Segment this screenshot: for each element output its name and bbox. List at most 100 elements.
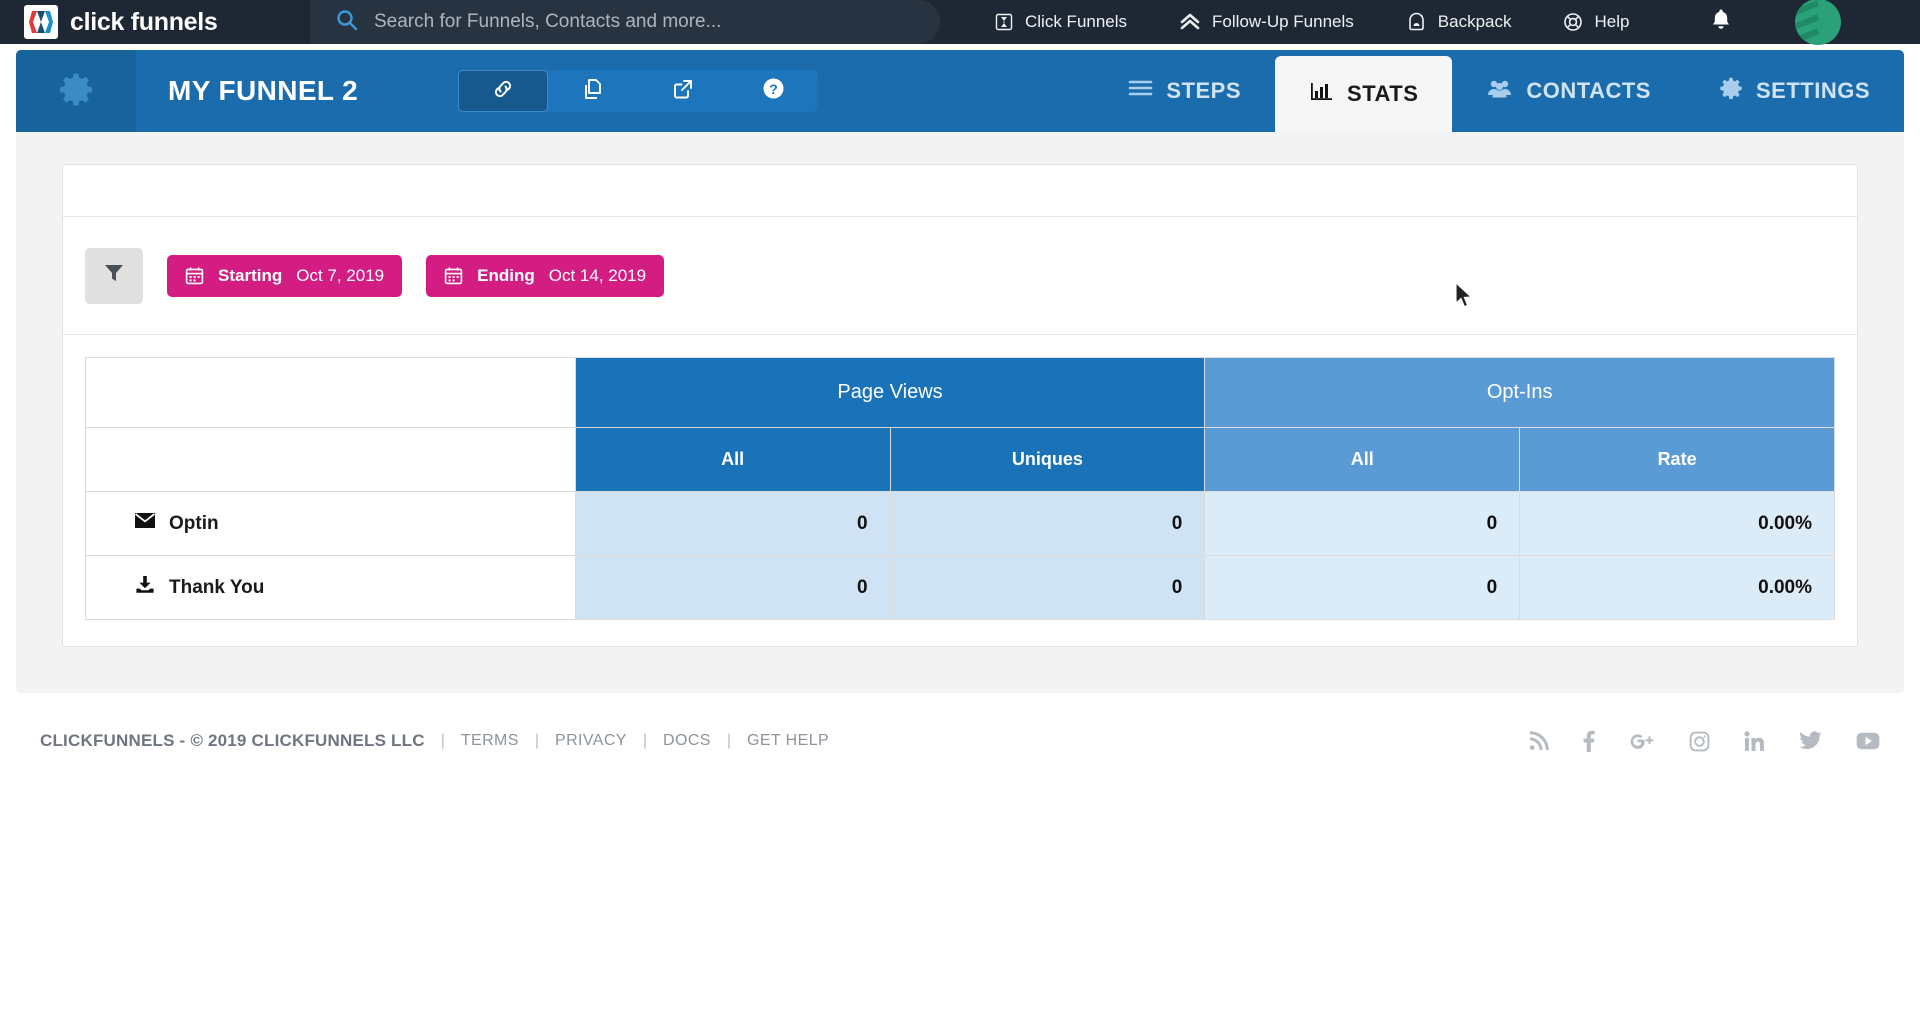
tab-label-stats: STATS [1347,81,1419,106]
cell-thankyou-optins-all: 0 [1204,555,1521,620]
ending-date-picker[interactable]: Ending Oct 14, 2019 [426,254,665,297]
page-title: MY FUNNEL 2 [168,75,359,106]
row-name-text: Optin [169,512,219,534]
lifebuoy-icon [1563,12,1583,32]
search-icon [336,9,358,36]
funnel-action-buttons: ? [458,70,819,112]
cell-optin-optins-rate: 0.00% [1519,491,1835,556]
footer-separator: | [534,732,540,749]
column-header-blank [85,427,576,492]
twitter-icon[interactable] [1799,731,1822,751]
cell-optin-optins-all: 0 [1204,491,1521,556]
tab-label-contacts: CONTACTS [1526,78,1651,103]
envelope-icon [134,512,156,535]
content-area: Starting Oct 7, 2019 Ending Oct 14, 2019… [16,132,1904,693]
clickfunnels-icon [994,12,1014,32]
nav-item-follow-up-funnels[interactable]: Follow-Up Funnels [1153,12,1380,32]
help-button[interactable]: ? [728,70,818,112]
group-header-page-views: Page Views [574,357,1206,428]
link-icon [490,76,516,107]
cell-thankyou-pageviews-all: 0 [574,555,891,620]
nav-label-backpack: Backpack [1437,12,1512,31]
table-column-header-row: All Uniques All Rate [85,427,1835,492]
clickfunnels-logo-icon [24,5,58,39]
youtube-icon[interactable] [1856,732,1880,750]
backpack-icon [1406,12,1427,33]
open-in-new-tab-button[interactable] [638,70,728,112]
tab-contacts[interactable]: CONTACTS [1452,50,1685,132]
tab-stats[interactable]: STATS [1275,56,1453,132]
row-name-text: Thank You [169,576,265,598]
hamburger-icon [1128,78,1153,104]
calendar-icon [185,266,204,285]
column-header-optins-rate: Rate [1519,427,1835,492]
search-input[interactable] [374,11,914,33]
stats-table-area: Page Views Opt-Ins All Uniques All Rate [63,335,1857,646]
funnel-settings-gear-button[interactable] [16,50,136,132]
card-toolbar [63,165,1857,217]
duplicate-button[interactable] [548,70,638,112]
gear-icon [58,71,94,112]
ending-label: Ending [477,265,535,285]
nav-item-backpack[interactable]: Backpack [1380,12,1538,33]
app-stage: MY FUNNEL 2 ? STEPS STATS CONTACTS SETTI… [0,50,1920,789]
rss-icon[interactable] [1528,730,1549,752]
funnel-header-bar: MY FUNNEL 2 ? STEPS STATS CONTACTS SETTI… [16,50,1904,132]
google-plus-icon[interactable] [1629,731,1655,751]
nav-item-click-funnels[interactable]: Click Funnels [968,12,1153,32]
stats-card: Starting Oct 7, 2019 Ending Oct 14, 2019… [62,164,1858,647]
group-header-blank [85,357,576,428]
footer: CLICKFUNNELS - © 2019 CLICKFUNNELS LLC |… [0,693,1920,789]
question-circle-icon: ? [761,76,786,106]
tab-settings[interactable]: SETTINGS [1685,50,1904,132]
tab-label-steps: STEPS [1166,78,1242,103]
footer-link-privacy[interactable]: PRIVACY [555,732,627,750]
row-label-thank-you: Thank You [85,555,576,620]
nav-label-click-funnels: Click Funnels [1025,12,1128,31]
table-row[interactable]: Optin 0 0 0 0.00% [85,491,1835,556]
footer-link-docs[interactable]: DOCS [663,732,711,750]
facebook-icon[interactable] [1583,730,1595,752]
brand[interactable]: click funnels [0,5,320,39]
avatar[interactable] [1795,0,1842,45]
column-header-pageviews-uniques: Uniques [889,427,1206,492]
starting-value: Oct 7, 2019 [296,265,385,285]
footer-separator: | [642,732,648,749]
search-bar[interactable] [310,0,940,44]
cell-thankyou-pageviews-uniques: 0 [889,555,1206,620]
link-button[interactable] [458,70,549,112]
top-navigation-bar: click funnels Click Funnels [0,0,1920,45]
starting-label: Starting [218,265,283,285]
row-label-optin: Optin [85,491,576,556]
footer-link-get-help[interactable]: GET HELP [747,732,829,750]
footer-link-terms[interactable]: TERMS [461,732,519,750]
starting-date-picker[interactable]: Starting Oct 7, 2019 [167,254,403,297]
gear-icon [1719,76,1743,106]
tab-steps[interactable]: STEPS [1094,50,1275,132]
filter-button[interactable] [85,247,143,304]
column-header-optins-all: All [1204,427,1521,492]
notifications-button[interactable] [1709,7,1733,38]
ending-value: Oct 14, 2019 [548,265,647,285]
footer-separator: | [726,732,732,749]
svg-text:?: ? [769,81,778,97]
nav-item-help[interactable]: Help [1537,12,1655,32]
bell-icon [1709,7,1733,38]
bar-chart-icon [1309,80,1334,108]
cell-optin-pageviews-uniques: 0 [889,491,1206,556]
linkedin-icon[interactable] [1744,730,1765,752]
table-group-header-row: Page Views Opt-Ins [85,357,1835,428]
instagram-icon[interactable] [1689,731,1710,752]
copy-icon [580,76,606,107]
footer-copyright: CLICKFUNNELS - © 2019 CLICKFUNNELS LLC [40,731,425,750]
funnel-filter-icon [103,262,125,289]
brand-name: click funnels [70,7,218,36]
cell-thankyou-optins-rate: 0.00% [1519,555,1835,620]
nav-label-help: Help [1594,12,1630,31]
group-header-opt-ins: Opt-Ins [1204,357,1835,428]
calendar-icon [444,266,463,285]
table-row[interactable]: Thank You 0 0 0 0.00% [85,555,1835,620]
users-icon [1486,78,1513,105]
top-nav-items: Click Funnels Follow-Up Funnels Backpack [968,0,1920,45]
download-icon [134,575,156,600]
